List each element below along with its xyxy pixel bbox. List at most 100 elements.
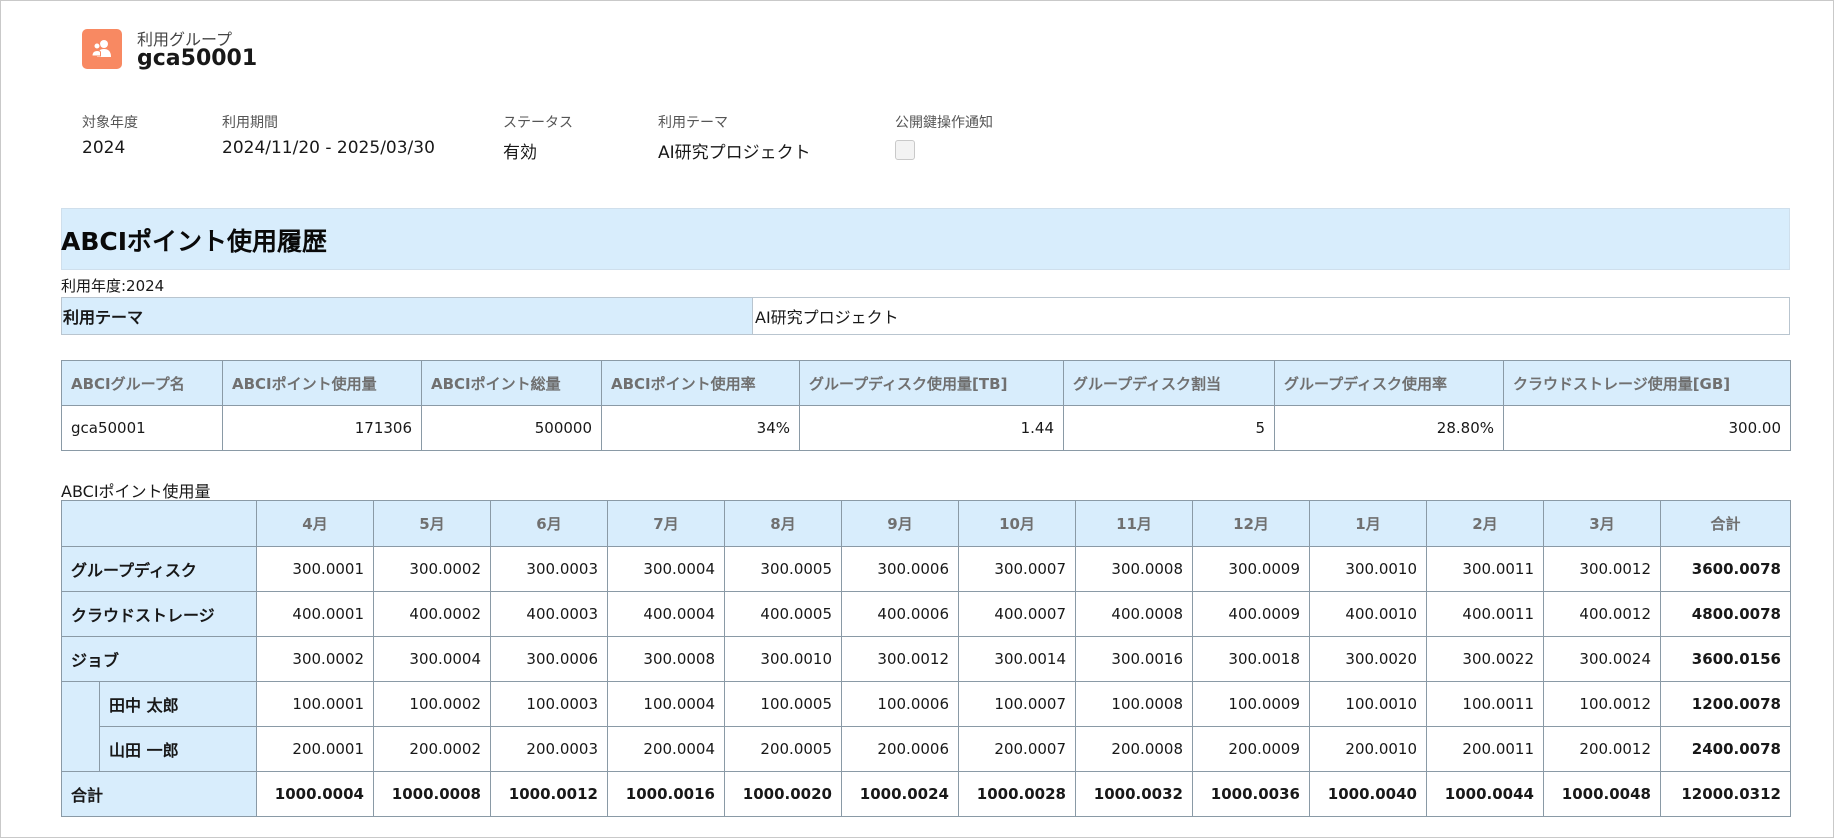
field-value: 有効 <box>503 143 537 163</box>
usage-cell: 100.0011 <box>1426 681 1544 727</box>
indent-spacer <box>61 681 100 772</box>
usage-cell: 200.0009 <box>1192 726 1310 772</box>
usage-cell: 400.0003 <box>490 591 608 637</box>
row-label: 山田 一郎 <box>99 726 257 772</box>
field-label: 対象年度 <box>82 115 138 131</box>
summary-cell: 28.80% <box>1274 405 1504 451</box>
theme-value: AI研究プロジェクト <box>753 298 1789 334</box>
row-label: グループディスク <box>61 546 257 592</box>
field-value: AI研究プロジェクト <box>658 143 811 163</box>
usage-cell: 400.0010 <box>1309 591 1427 637</box>
summary-header-cell: ABCIポイント総量 <box>421 360 602 406</box>
usage-cell: 400.0004 <box>607 591 725 637</box>
usage-cell: 300.0001 <box>256 546 374 592</box>
usage-cell: 400.0007 <box>958 591 1076 637</box>
month-header-cell: 4月 <box>256 500 374 547</box>
month-header-cell: 2月 <box>1426 500 1544 547</box>
usage-cell: 300.0018 <box>1192 636 1310 682</box>
usage-row-job: ジョブ 300.0002 300.0004 300.0006 300.0008 … <box>61 636 1791 682</box>
usage-cell: 400.0006 <box>841 591 959 637</box>
summary-cell-group: gca50001 <box>61 405 223 451</box>
usage-cell-total: 1000.0040 <box>1309 771 1427 817</box>
field-label: 利用テーマ <box>658 115 728 131</box>
summary-cell: 500000 <box>421 405 602 451</box>
field-theme: 利用テーマ AI研究プロジェクト <box>658 112 811 163</box>
usage-row-cloud-storage: クラウドストレージ 400.0001 400.0002 400.0003 400… <box>61 591 1791 637</box>
public-key-notice-checkbox[interactable] <box>895 140 915 160</box>
usage-cell: 400.0011 <box>1426 591 1544 637</box>
theme-row: 利用テーマ AI研究プロジェクト <box>61 297 1790 335</box>
usage-cell: 100.0008 <box>1075 681 1193 727</box>
usage-cell: 200.0008 <box>1075 726 1193 772</box>
field-status: ステータス 有効 <box>503 112 573 163</box>
field-value: 2024 <box>82 138 126 158</box>
field-label: 公開鍵操作通知 <box>895 115 993 131</box>
usage-cell: 300.0020 <box>1309 636 1427 682</box>
field-label: ステータス <box>503 115 573 131</box>
month-header-cell: 11月 <box>1075 500 1193 547</box>
usage-cell: 400.0005 <box>724 591 842 637</box>
month-header-cell-total: 合計 <box>1660 500 1791 547</box>
usage-cell: 400.0009 <box>1192 591 1310 637</box>
usage-cell: 100.0003 <box>490 681 608 727</box>
usage-cell-total: 1000.0024 <box>841 771 959 817</box>
usage-cell-total: 1000.0028 <box>958 771 1076 817</box>
month-header-cell: 3月 <box>1543 500 1661 547</box>
usage-cell-total: 1000.0036 <box>1192 771 1310 817</box>
usage-row-user-yamada: 山田 一郎 200.0001 200.0002 200.0003 200.000… <box>62 726 1791 772</box>
usage-cell-total: 3600.0156 <box>1660 636 1791 682</box>
month-header-cell: 9月 <box>841 500 959 547</box>
usage-cell: 300.0004 <box>607 546 725 592</box>
usage-year: 利用年度:2024 <box>61 277 165 295</box>
summary-header-cell: グループディスク割当 <box>1063 360 1275 406</box>
monthly-usage-table: 4月 5月 6月 7月 8月 9月 10月 11月 12月 1月 2月 3月 合… <box>61 500 1791 817</box>
usage-cell-total: 2400.0078 <box>1660 726 1791 772</box>
month-header-cell: 8月 <box>724 500 842 547</box>
usage-cell: 300.0009 <box>1192 546 1310 592</box>
usage-cell: 300.0011 <box>1426 546 1544 592</box>
usage-cell: 100.0006 <box>841 681 959 727</box>
row-label: 田中 太郎 <box>99 681 257 727</box>
month-header-cell: 10月 <box>958 500 1076 547</box>
summary-header-cell: ABCIポイント使用量 <box>222 360 422 406</box>
usage-cell: 300.0005 <box>724 546 842 592</box>
summary-cell: 300.00 <box>1503 405 1791 451</box>
usage-row-user-tanaka: 田中 太郎 100.0001 100.0002 100.0003 100.000… <box>61 681 1791 772</box>
usage-cell: 300.0022 <box>1426 636 1544 682</box>
usage-caption: ABCIポイント使用量 <box>61 482 211 501</box>
usage-cell-total: 4800.0078 <box>1660 591 1791 637</box>
summary-header-cell: グループディスク使用量[TB] <box>799 360 1064 406</box>
usage-cell-total: 1000.0044 <box>1426 771 1544 817</box>
usage-cell: 300.0004 <box>373 636 491 682</box>
row-label: クラウドストレージ <box>61 591 257 637</box>
usage-row-total: 合計 1000.0004 1000.0008 1000.0012 1000.00… <box>61 771 1791 817</box>
usage-cell: 200.0012 <box>1543 726 1661 772</box>
usage-cell: 100.0005 <box>724 681 842 727</box>
usage-cell: 300.0008 <box>607 636 725 682</box>
usage-cell-total: 1000.0012 <box>490 771 608 817</box>
field-public-key-notice: 公開鍵操作通知 <box>895 112 993 160</box>
theme-label: 利用テーマ <box>62 298 753 334</box>
group-icon <box>82 29 122 69</box>
usage-cell: 100.0009 <box>1192 681 1310 727</box>
usage-cell: 300.0006 <box>841 546 959 592</box>
usage-cell: 300.0016 <box>1075 636 1193 682</box>
usage-cell: 200.0001 <box>256 726 374 772</box>
usage-cell: 300.0012 <box>841 636 959 682</box>
summary-header-cell: クラウドストレージ使用量[GB] <box>1503 360 1791 406</box>
field-value: 2024/11/20 - 2025/03/30 <box>222 138 435 158</box>
usage-cell: 100.0007 <box>958 681 1076 727</box>
usage-row-group-disk: グループディスク 300.0001 300.0002 300.0003 300.… <box>61 546 1791 592</box>
usage-cell-total: 3600.0078 <box>1660 546 1791 592</box>
field-label: 利用期間 <box>222 115 278 131</box>
usage-cell: 200.0007 <box>958 726 1076 772</box>
usage-cell: 400.0001 <box>256 591 374 637</box>
usage-cell-total: 1000.0048 <box>1543 771 1661 817</box>
summary-cell: 1.44 <box>799 405 1064 451</box>
usage-cell: 400.0002 <box>373 591 491 637</box>
month-header-row: 4月 5月 6月 7月 8月 9月 10月 11月 12月 1月 2月 3月 合… <box>61 500 1791 547</box>
usage-cell: 300.0010 <box>1309 546 1427 592</box>
usage-cell-total: 1000.0008 <box>373 771 491 817</box>
month-header-cell: 1月 <box>1309 500 1427 547</box>
summary-cell: 34% <box>601 405 800 451</box>
